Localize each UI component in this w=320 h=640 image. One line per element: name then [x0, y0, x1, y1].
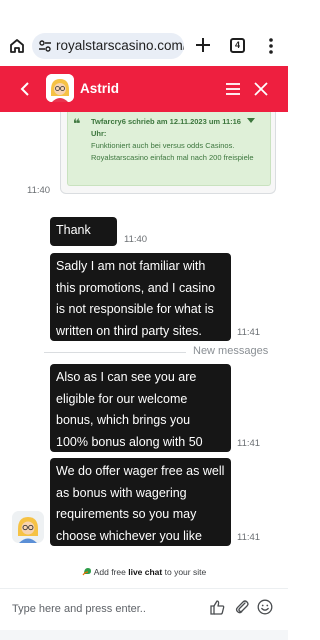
- message-bubble: Also as I can see you are eligible for o…: [50, 364, 231, 470]
- message-bubble: Sadly I am not familiar with this promot…: [50, 253, 231, 341]
- message-timestamp: 11:41: [237, 438, 261, 449]
- home-icon[interactable]: [8, 37, 26, 55]
- message-bubble: Thank you.: [50, 217, 117, 259]
- paperclip-icon[interactable]: [234, 599, 250, 615]
- message-timestamp: 11:40: [124, 234, 148, 245]
- livechat-link[interactable]: live chat: [128, 567, 162, 577]
- close-icon[interactable]: [254, 82, 268, 96]
- chat-footer: Add free live chat to your site: [0, 552, 288, 640]
- browser-toolbar: royalstarscasino.com/en 4: [0, 0, 288, 66]
- message-input[interactable]: [12, 598, 202, 620]
- message-bubble: We do offer wager free as well as bonus …: [50, 458, 231, 564]
- address-bar[interactable]: royalstarscasino.com/en: [32, 33, 184, 59]
- powered-prefix: Add free: [93, 567, 126, 577]
- shared-link-preview[interactable]: ❝ Twfarcry6 schrieb am 12.11.2023 um 11:…: [60, 112, 276, 194]
- quoted-post-body: Funktioniert auch bei versus odds Casino…: [91, 141, 254, 162]
- new-messages-label: New messages: [193, 345, 269, 357]
- message-timestamp: 11:41: [237, 327, 261, 338]
- thumbs-up-icon[interactable]: [209, 599, 225, 615]
- agent-avatar-illustration: [46, 74, 74, 102]
- message-timestamp: 11:40: [27, 185, 51, 196]
- message-list[interactable]: ❝ Twfarcry6 schrieb am 12.11.2023 um 11:…: [0, 112, 288, 564]
- back-chevron-icon[interactable]: [18, 81, 32, 97]
- emoji-icon[interactable]: [257, 599, 273, 615]
- powered-suffix: to your site: [164, 567, 207, 577]
- system-navigation-bar: [0, 630, 288, 640]
- quote-icon: ❝: [73, 116, 81, 131]
- message-timestamp: 11:41: [237, 532, 261, 543]
- new-messages-divider: [44, 352, 186, 353]
- more-options-icon[interactable]: [266, 36, 276, 56]
- agent-avatar-illustration: [12, 511, 44, 543]
- message-composer: [0, 588, 288, 628]
- quoted-post-author: Twfarcry6 schrieb am 12.11.2023 um 11:16…: [91, 117, 241, 138]
- agent-avatar: [46, 74, 74, 102]
- caret-down-icon: [247, 118, 255, 123]
- new-tab-plus-icon[interactable]: [194, 36, 212, 54]
- chat-header: Astrid: [0, 66, 288, 112]
- agent-name: Astrid: [80, 81, 120, 96]
- site-settings-icon[interactable]: [38, 39, 52, 53]
- agent-avatar: [12, 511, 44, 543]
- url-text[interactable]: royalstarscasino.com/en: [56, 38, 184, 53]
- tab-switcher-button[interactable]: 4: [230, 38, 245, 53]
- livechat-logo-icon: [82, 568, 91, 576]
- hamburger-menu-icon[interactable]: [225, 82, 241, 96]
- powered-by-livechat[interactable]: Add free live chat to your site: [0, 566, 288, 577]
